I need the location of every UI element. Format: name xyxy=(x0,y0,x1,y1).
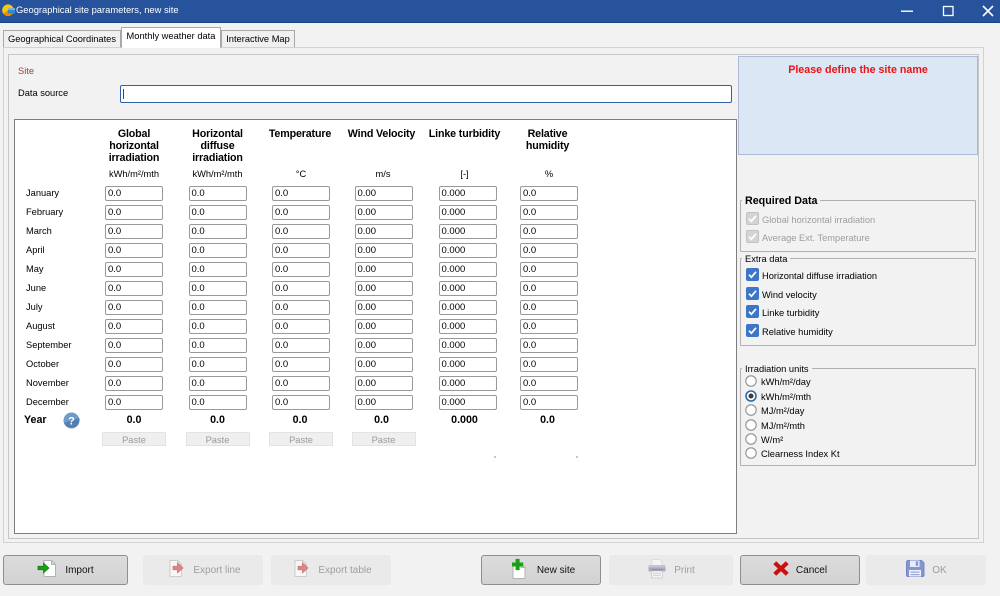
svg-text:?: ? xyxy=(68,416,75,428)
